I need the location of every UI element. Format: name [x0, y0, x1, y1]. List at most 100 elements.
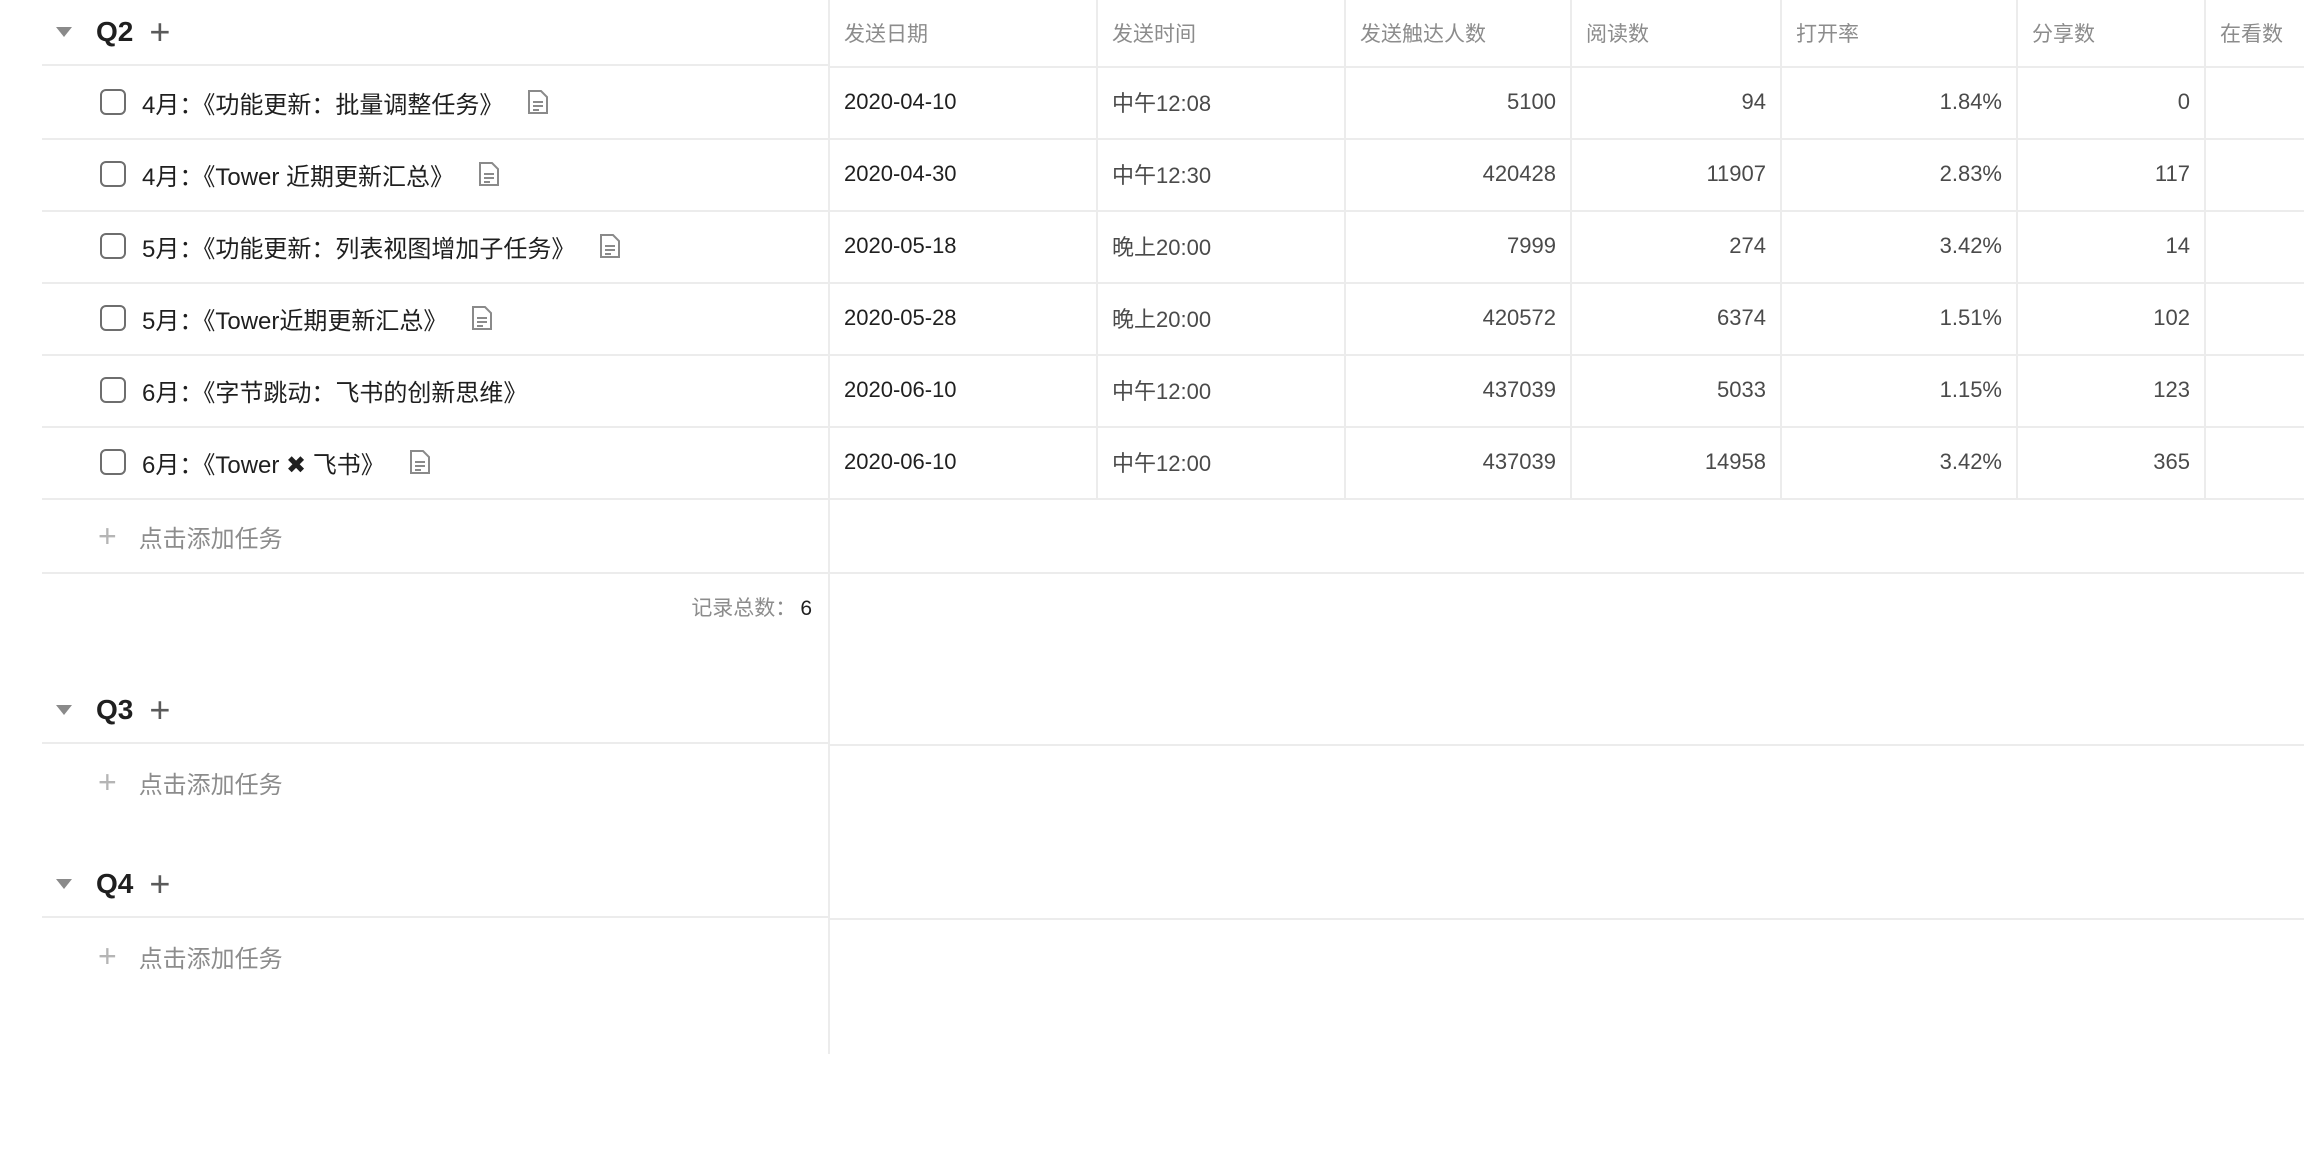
document-icon[interactable]	[527, 89, 549, 115]
add-task-label[interactable]: 点击添加任务	[139, 939, 283, 974]
task-checkbox[interactable]	[100, 305, 126, 331]
column-header-open-rate[interactable]: 打开率	[1782, 0, 2018, 66]
collapse-caret-icon[interactable]	[56, 705, 72, 715]
add-plus-icon[interactable]: +	[98, 940, 117, 972]
cell-reach[interactable]: 5100	[1346, 66, 1572, 138]
cell-date[interactable]: 2020-06-10	[830, 426, 1098, 498]
document-icon[interactable]	[599, 233, 621, 259]
document-icon[interactable]	[471, 305, 493, 331]
column-header-shares[interactable]: 分享数	[2018, 0, 2206, 66]
task-title[interactable]: 4月：《Tower 近期更新汇总》	[142, 157, 454, 192]
add-plus-icon[interactable]: +	[98, 520, 117, 552]
task-checkbox[interactable]	[100, 377, 126, 403]
cell-open-rate[interactable]: 1.15%	[1782, 354, 2018, 426]
group-title: Q3	[96, 694, 134, 725]
add-task-label[interactable]: 点击添加任务	[139, 519, 283, 554]
collapse-caret-icon[interactable]	[56, 27, 72, 37]
cell-time[interactable]: 中午12:30	[1098, 138, 1346, 210]
task-row[interactable]: 4月：《Tower 近期更新汇总》	[42, 138, 828, 212]
collapse-caret-icon[interactable]	[56, 879, 72, 889]
cell-reads[interactable]: 6374	[1572, 282, 1782, 354]
cell-time[interactable]: 晚上20:00	[1098, 282, 1346, 354]
cell-shares[interactable]: 365	[2018, 426, 2206, 498]
add-task-plus-icon[interactable]: +	[149, 14, 170, 50]
cell-date[interactable]: 2020-05-18	[830, 210, 1098, 282]
cell-reads[interactable]: 274	[1572, 210, 1782, 282]
group-title: Q4	[96, 868, 134, 899]
cell-reach[interactable]: 420572	[1346, 282, 1572, 354]
task-row[interactable]: 6月：《字节跳动：飞书的创新思维》	[42, 354, 828, 428]
task-title[interactable]: 6月：《字节跳动：飞书的创新思维》	[142, 373, 527, 408]
cell-open-rate[interactable]: 2.83%	[1782, 138, 2018, 210]
group-header-q3: Q3 +	[42, 678, 828, 744]
task-checkbox[interactable]	[100, 233, 126, 259]
add-task-plus-icon[interactable]: +	[149, 866, 170, 902]
cell-reach[interactable]: 7999	[1346, 210, 1572, 282]
document-icon[interactable]	[409, 449, 431, 475]
cell-reach[interactable]: 437039	[1346, 354, 1572, 426]
row-divider	[830, 572, 2304, 574]
cell-reach[interactable]: 437039	[1346, 426, 1572, 498]
add-plus-icon[interactable]: +	[98, 766, 117, 798]
task-checkbox[interactable]	[100, 161, 126, 187]
cell-shares[interactable]: 14	[2018, 210, 2206, 282]
task-row[interactable]: 5月：《功能更新：列表视图增加子任务》	[42, 210, 828, 284]
cell-open-rate[interactable]: 1.51%	[1782, 282, 2018, 354]
column-header-reach[interactable]: 发送触达人数	[1346, 0, 1572, 66]
cell-shares[interactable]: 0	[2018, 66, 2206, 138]
cell-reads[interactable]: 94	[1572, 66, 1782, 138]
cell-open-rate[interactable]: 3.42%	[1782, 426, 2018, 498]
data-grid: 发送日期 发送时间 发送触达人数 阅读数 打开率 分享数 在看数 2020-04…	[828, 0, 2304, 1054]
cell-watching[interactable]	[2206, 66, 2304, 138]
record-count: 记录总数： 6	[42, 592, 812, 624]
cell-shares[interactable]: 123	[2018, 354, 2206, 426]
cell-time[interactable]: 中午12:00	[1098, 426, 1346, 498]
task-checkbox[interactable]	[100, 449, 126, 475]
cell-watching[interactable]	[2206, 282, 2304, 354]
add-task-row[interactable]: + 点击添加任务	[42, 920, 828, 992]
record-count-value: 6	[800, 597, 812, 620]
task-checkbox[interactable]	[100, 89, 126, 115]
task-row[interactable]: 5月：《Tower近期更新汇总》	[42, 282, 828, 356]
add-task-row[interactable]: + 点击添加任务	[42, 746, 828, 818]
cell-time[interactable]: 中午12:08	[1098, 66, 1346, 138]
cell-reads[interactable]: 11907	[1572, 138, 1782, 210]
column-header-reads[interactable]: 阅读数	[1572, 0, 1782, 66]
column-header-time[interactable]: 发送时间	[1098, 0, 1346, 66]
task-table-view: Q2 + 4月：《功能更新：批量调整任务》 4月：《Tower 近期更新汇总》 …	[0, 0, 2304, 1176]
task-title[interactable]: 4月：《功能更新：批量调整任务》	[142, 85, 503, 120]
document-icon[interactable]	[478, 161, 500, 187]
cell-time[interactable]: 中午12:00	[1098, 354, 1346, 426]
cell-reads[interactable]: 5033	[1572, 354, 1782, 426]
task-title[interactable]: 5月：《Tower近期更新汇总》	[142, 301, 447, 336]
cell-shares[interactable]: 117	[2018, 138, 2206, 210]
cell-shares[interactable]: 102	[2018, 282, 2206, 354]
cell-date[interactable]: 2020-04-10	[830, 66, 1098, 138]
cell-open-rate[interactable]: 1.84%	[1782, 66, 2018, 138]
row-divider	[830, 744, 2304, 746]
add-task-row[interactable]: + 点击添加任务	[42, 500, 828, 574]
cell-time[interactable]: 晚上20:00	[1098, 210, 1346, 282]
column-header-watching[interactable]: 在看数	[2206, 0, 2304, 66]
cell-reach[interactable]: 420428	[1346, 138, 1572, 210]
cell-date[interactable]: 2020-06-10	[830, 354, 1098, 426]
cell-date[interactable]: 2020-04-30	[830, 138, 1098, 210]
cell-watching[interactable]	[2206, 138, 2304, 210]
group-header-q2: Q2 +	[42, 0, 828, 66]
task-title[interactable]: 5月：《功能更新：列表视图增加子任务》	[142, 229, 575, 264]
column-header-date[interactable]: 发送日期	[830, 0, 1098, 66]
record-count-label: 记录总数：	[691, 597, 797, 620]
task-row[interactable]: 4月：《功能更新：批量调整任务》	[42, 66, 828, 140]
add-task-plus-icon[interactable]: +	[149, 692, 170, 728]
cell-watching[interactable]	[2206, 354, 2304, 426]
cell-date[interactable]: 2020-05-28	[830, 282, 1098, 354]
row-divider	[830, 66, 2304, 68]
cell-reads[interactable]: 14958	[1572, 426, 1782, 498]
row-divider	[830, 498, 2304, 500]
task-title[interactable]: 6月：《Tower ✖ 飞书》	[142, 445, 385, 480]
add-task-label[interactable]: 点击添加任务	[139, 765, 283, 800]
task-row[interactable]: 6月：《Tower ✖ 飞书》	[42, 426, 828, 500]
cell-watching[interactable]	[2206, 210, 2304, 282]
cell-watching[interactable]	[2206, 426, 2304, 498]
cell-open-rate[interactable]: 3.42%	[1782, 210, 2018, 282]
